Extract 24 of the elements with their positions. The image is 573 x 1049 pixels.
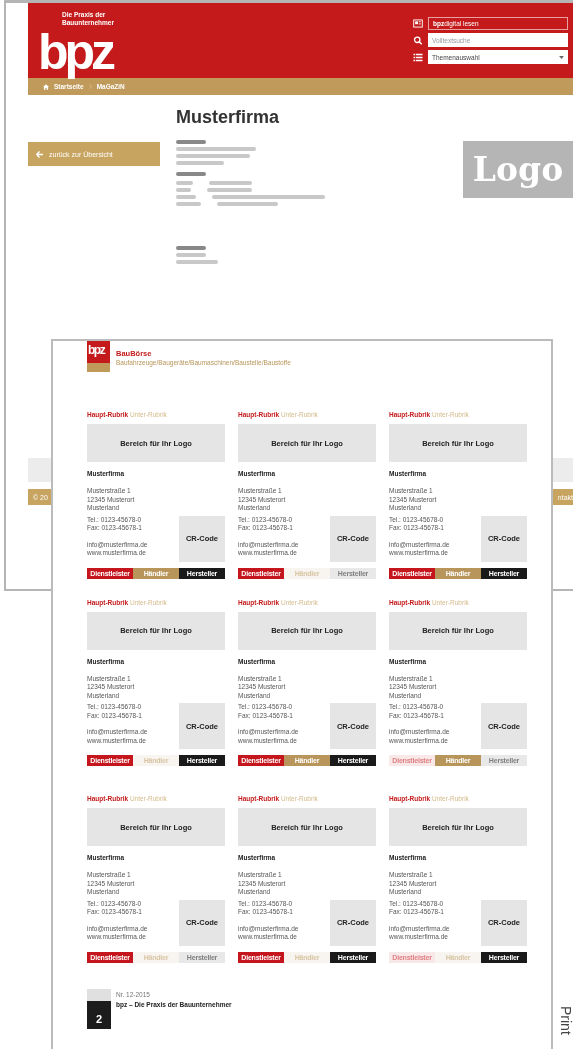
magazine-icon: [413, 19, 423, 28]
blurred-text-bar: [176, 260, 218, 264]
blurred-text-bar: [176, 195, 196, 199]
blurred-text-bar: [176, 140, 206, 144]
chevron-icon: [88, 84, 92, 89]
blurred-text-bar: [176, 246, 206, 250]
blurred-text-bar: [176, 253, 206, 257]
blurred-text-bar: [176, 172, 206, 176]
page-number: 2: [87, 988, 111, 1029]
search-icon: [413, 35, 423, 45]
company-name: Musterfirma: [176, 107, 281, 128]
blurred-text-bar: [176, 188, 191, 192]
blurred-text-bar: [176, 202, 201, 206]
blurred-text-bar: [176, 161, 224, 165]
blurred-text-bar: [176, 181, 193, 185]
blurred-text-bar: [217, 202, 278, 206]
print-logo: bpz: [87, 341, 110, 372]
caret-icon: [559, 55, 564, 59]
arrow-left-icon: [36, 150, 43, 158]
blurred-text-bar: [209, 181, 252, 185]
placeholder-text: Logo: [472, 150, 564, 189]
list-icon: [413, 52, 423, 62]
blurred-text-bar: [207, 188, 252, 192]
home-icon: [43, 83, 49, 90]
